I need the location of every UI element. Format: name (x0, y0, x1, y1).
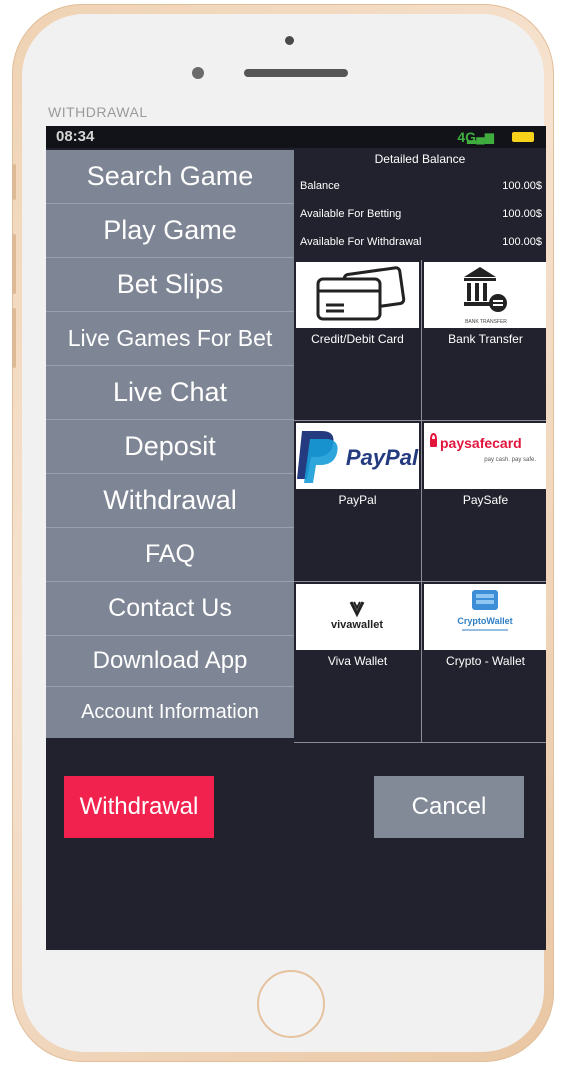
app-caption: WITHDRAWAL (48, 104, 148, 120)
payment-method-credit-card[interactable]: Credit/Debit Card (294, 260, 422, 421)
payment-method-label: Viva Wallet (327, 654, 388, 668)
menu-item-play-game[interactable]: Play Game (46, 204, 294, 258)
menu-item-bet-slips[interactable]: Bet Slips (46, 258, 294, 312)
balance-panel: Detailed Balance Balance 100.00$ Availab… (294, 150, 546, 258)
home-button[interactable] (257, 970, 325, 1038)
menu-item-label: Contact Us (108, 594, 232, 622)
phone-sensor-icon (285, 36, 294, 45)
menu-item-withdrawal[interactable]: Withdrawal (46, 474, 294, 528)
menu-item-label: Live Games For Bet (67, 325, 273, 351)
phone-side-button (12, 234, 16, 294)
bank-transfer-logo-text: BANK TRANSFER (465, 319, 507, 325)
side-menu: Search Game Play Game Bet Slips Live Gam… (46, 150, 294, 738)
menu-item-search-game[interactable]: Search Game (46, 150, 294, 204)
balance-value: 100.00$ (502, 180, 542, 192)
status-time: 08:34 (56, 128, 95, 145)
menu-item-label: Download App (92, 647, 248, 674)
front-camera-icon (192, 67, 204, 79)
menu-item-live-games-for-bet[interactable]: Live Games For Bet (46, 312, 294, 366)
crypto-wallet-logo-text: CryptoWallet (457, 616, 512, 626)
paysafe-logo-text: paysafecard (440, 435, 522, 451)
payment-methods-grid: Credit/Debit Card BANK TRANSFER Bank Tra… (294, 260, 546, 743)
menu-item-label: FAQ (144, 540, 195, 568)
payment-method-label: PaySafe (462, 493, 509, 507)
payment-method-label: PayPal (338, 493, 377, 507)
payment-method-paypal[interactable]: PayPal PayPal (294, 421, 422, 582)
balance-row: Available For Withdrawal 100.00$ (300, 236, 542, 248)
balance-value: 100.00$ (502, 236, 542, 248)
network-indicator: 4G (457, 129, 476, 145)
balance-row: Balance 100.00$ (300, 180, 542, 192)
viva-wallet-logo-text: vivawallet (331, 619, 383, 631)
app-screen: 08:34 ▂▄▆ 4G Search Game Play Game Bet S… (46, 126, 546, 950)
viva-wallet-logo: vivawallet (296, 584, 419, 650)
menu-item-faq[interactable]: FAQ (46, 528, 294, 582)
payment-method-crypto-wallet[interactable]: CryptoWallet Crypto - Wallet (422, 582, 546, 743)
balance-label: Available For Betting (300, 208, 402, 220)
paypal-logo-text: PayPal (346, 445, 419, 470)
menu-item-label: Deposit (124, 431, 216, 461)
crypto-wallet-logo: CryptoWallet (424, 584, 546, 650)
earpiece-speaker-icon (244, 69, 348, 77)
balance-label: Balance (300, 180, 340, 192)
payment-method-paysafe[interactable]: paysafecard pay cash. pay safe. PaySafe (422, 421, 546, 582)
menu-item-label: Bet Slips (116, 269, 224, 299)
paypal-logo: PayPal (296, 423, 419, 489)
menu-item-label: Search Game (86, 161, 254, 191)
balance-title: Detailed Balance (374, 152, 466, 166)
menu-item-live-chat[interactable]: Live Chat (46, 366, 294, 420)
balance-row: Available For Betting 100.00$ (300, 208, 542, 220)
menu-item-label: Live Chat (112, 377, 228, 407)
phone-side-button (12, 164, 16, 200)
menu-item-label: Play Game (103, 215, 237, 245)
cancel-button[interactable]: Cancel (374, 776, 524, 838)
menu-item-account-information[interactable]: Account Information (46, 687, 294, 738)
balance-label: Available For Withdrawal (300, 236, 422, 248)
menu-item-download-app[interactable]: Download App (46, 636, 294, 687)
withdrawal-button[interactable]: Withdrawal (64, 776, 214, 838)
payment-method-label: Crypto - Wallet (446, 654, 525, 668)
menu-item-contact-us[interactable]: Contact Us (46, 582, 294, 636)
payment-method-label: Bank Transfer (448, 332, 523, 346)
credit-card-icon (296, 262, 419, 328)
battery-icon (512, 132, 534, 142)
phone-side-button (12, 308, 16, 368)
menu-item-label: Account Information (81, 701, 259, 723)
status-bar: 08:34 ▂▄▆ 4G (46, 126, 546, 148)
balance-value: 100.00$ (502, 208, 542, 220)
menu-item-label: Withdrawal (103, 485, 237, 515)
paysafe-logo: paysafecard pay cash. pay safe. (424, 423, 546, 489)
payment-method-viva-wallet[interactable]: vivawallet Viva Wallet (294, 582, 422, 743)
payment-method-label: Credit/Debit Card (311, 332, 404, 346)
menu-item-deposit[interactable]: Deposit (46, 420, 294, 474)
payment-method-bank-transfer[interactable]: BANK TRANSFER Bank Transfer (422, 260, 546, 421)
paysafe-tagline: pay cash. pay safe. (484, 457, 536, 463)
bank-icon: BANK TRANSFER (424, 262, 546, 328)
